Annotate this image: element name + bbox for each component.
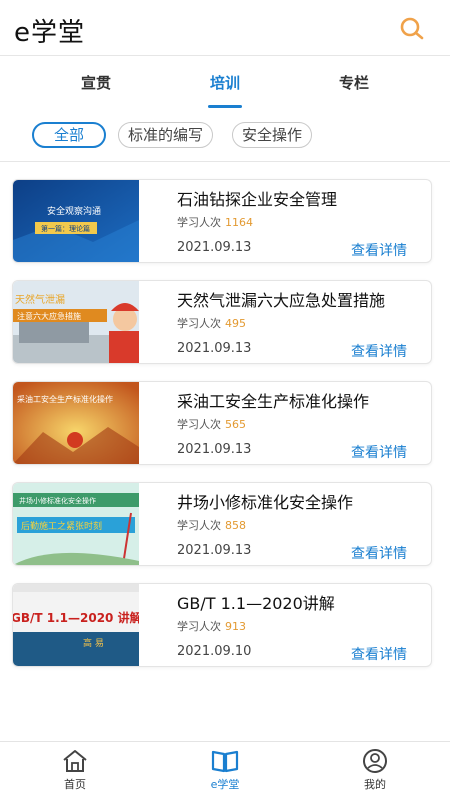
filter-bar: 全部 标准的编写 安全操作 — [0, 112, 450, 162]
course-date: 2021.09.13 — [177, 341, 252, 356]
thumb-text: 高 易 — [83, 637, 104, 649]
course-card[interactable]: GB/T 1.1—2020 讲解 高 易 GB/T 1.1—2020讲解 学习人… — [12, 583, 432, 667]
app-title: e学堂 — [14, 18, 85, 48]
app-header: e学堂 — [0, 0, 450, 56]
learner-value: 913 — [225, 620, 246, 633]
course-date: 2021.09.13 — [177, 442, 252, 457]
learner-label: 学习人次 — [177, 620, 221, 633]
home-icon — [63, 750, 87, 772]
course-date: 2021.09.13 — [177, 543, 252, 558]
learner-value: 565 — [225, 418, 246, 431]
tab-zhuanlan[interactable]: 专栏 — [294, 72, 414, 93]
learner-value: 495 — [225, 317, 246, 330]
course-title: 石油钻探企业安全管理 — [177, 190, 338, 209]
filter-chip-safety-operation[interactable]: 安全操作 — [232, 122, 313, 148]
view-details-link[interactable]: 查看详情 — [351, 240, 407, 260]
filter-chip-all[interactable]: 全部 — [32, 122, 106, 148]
learner-label: 学习人次 — [177, 216, 221, 229]
nav-profile[interactable]: 我的 — [330, 748, 420, 792]
search-icon — [400, 17, 424, 40]
category-tabs: 宣贯 培训 专栏 — [0, 56, 450, 112]
nav-home[interactable]: 首页 — [30, 748, 120, 792]
thumb-text: 注意六大应急措施 — [17, 311, 81, 321]
course-thumbnail: 采油工安全生产标准化操作 — [13, 382, 139, 464]
course-thumbnail: GB/T 1.1—2020 讲解 高 易 — [13, 584, 139, 666]
view-details-link[interactable]: 查看详情 — [351, 442, 407, 462]
learner-value: 858 — [225, 519, 246, 532]
course-title: 井场小修标准化安全操作 — [177, 493, 354, 512]
book-icon — [211, 750, 239, 773]
course-title: GB/T 1.1—2020讲解 — [177, 594, 335, 613]
view-details-link[interactable]: 查看详情 — [351, 341, 407, 361]
course-card[interactable]: 天然气泄漏 注意六大应急措施 天然气泄漏六大应急处置措施 学习人次 495 202… — [12, 280, 432, 364]
thumb-text: 后勤施工之紧张时刻 — [21, 520, 102, 532]
view-details-link[interactable]: 查看详情 — [351, 543, 407, 563]
course-title: 采油工安全生产标准化操作 — [177, 392, 370, 411]
tab-xuanguan[interactable]: 宣贯 — [36, 72, 156, 93]
view-details-link[interactable]: 查看详情 — [351, 644, 407, 664]
learner-label: 学习人次 — [177, 519, 221, 532]
course-thumbnail: 安全观察沟通 第一篇：理论篇 — [13, 180, 139, 262]
learner-label: 学习人次 — [177, 317, 221, 330]
active-tab-indicator — [208, 105, 242, 108]
learner-label: 学习人次 — [177, 418, 221, 431]
course-thumbnail: 天然气泄漏 注意六大应急措施 — [13, 281, 139, 363]
thumb-text: GB/T 1.1—2020 讲解 — [13, 610, 139, 625]
course-date: 2021.09.10 — [177, 644, 252, 659]
course-title: 天然气泄漏六大应急处置措施 — [177, 291, 386, 310]
learner-count: 学习人次 495 — [177, 315, 246, 331]
nav-home-label: 首页 — [64, 778, 86, 791]
nav-exuetang-label: e学堂 — [210, 778, 240, 791]
tab-peixun[interactable]: 培训 — [165, 72, 285, 93]
thumb-text: 第一篇：理论篇 — [41, 224, 90, 233]
thumb-text: 天然气泄漏 — [15, 293, 65, 306]
thumb-text: 井场小修标准化安全操作 — [19, 496, 96, 505]
course-card[interactable]: 井场小修标准化安全操作 后勤施工之紧张时刻 井场小修标准化安全操作 学习人次 85… — [12, 482, 432, 566]
nav-profile-label: 我的 — [364, 778, 386, 791]
learner-count: 学习人次 913 — [177, 618, 246, 634]
course-card[interactable]: 采油工安全生产标准化操作 采油工安全生产标准化操作 学习人次 565 2021.0… — [12, 381, 432, 465]
thumb-text: 采油工安全生产标准化操作 — [17, 394, 113, 404]
learner-value: 1164 — [225, 216, 253, 229]
learner-count: 学习人次 858 — [177, 517, 246, 533]
course-thumbnail: 井场小修标准化安全操作 后勤施工之紧张时刻 — [13, 483, 139, 565]
bottom-nav: 首页 e学堂 我的 — [0, 741, 450, 800]
thumb-text: 安全观察沟通 — [47, 205, 101, 217]
user-icon — [363, 749, 387, 773]
search-button[interactable] — [398, 14, 428, 44]
learner-count: 学习人次 1164 — [177, 214, 253, 230]
course-card[interactable]: 安全观察沟通 第一篇：理论篇 石油钻探企业安全管理 学习人次 1164 2021.… — [12, 179, 432, 263]
learner-count: 学习人次 565 — [177, 416, 246, 432]
nav-exuetang[interactable]: e学堂 — [180, 748, 270, 792]
course-date: 2021.09.13 — [177, 240, 252, 255]
filter-chip-standard-writing[interactable]: 标准的编写 — [118, 122, 214, 148]
